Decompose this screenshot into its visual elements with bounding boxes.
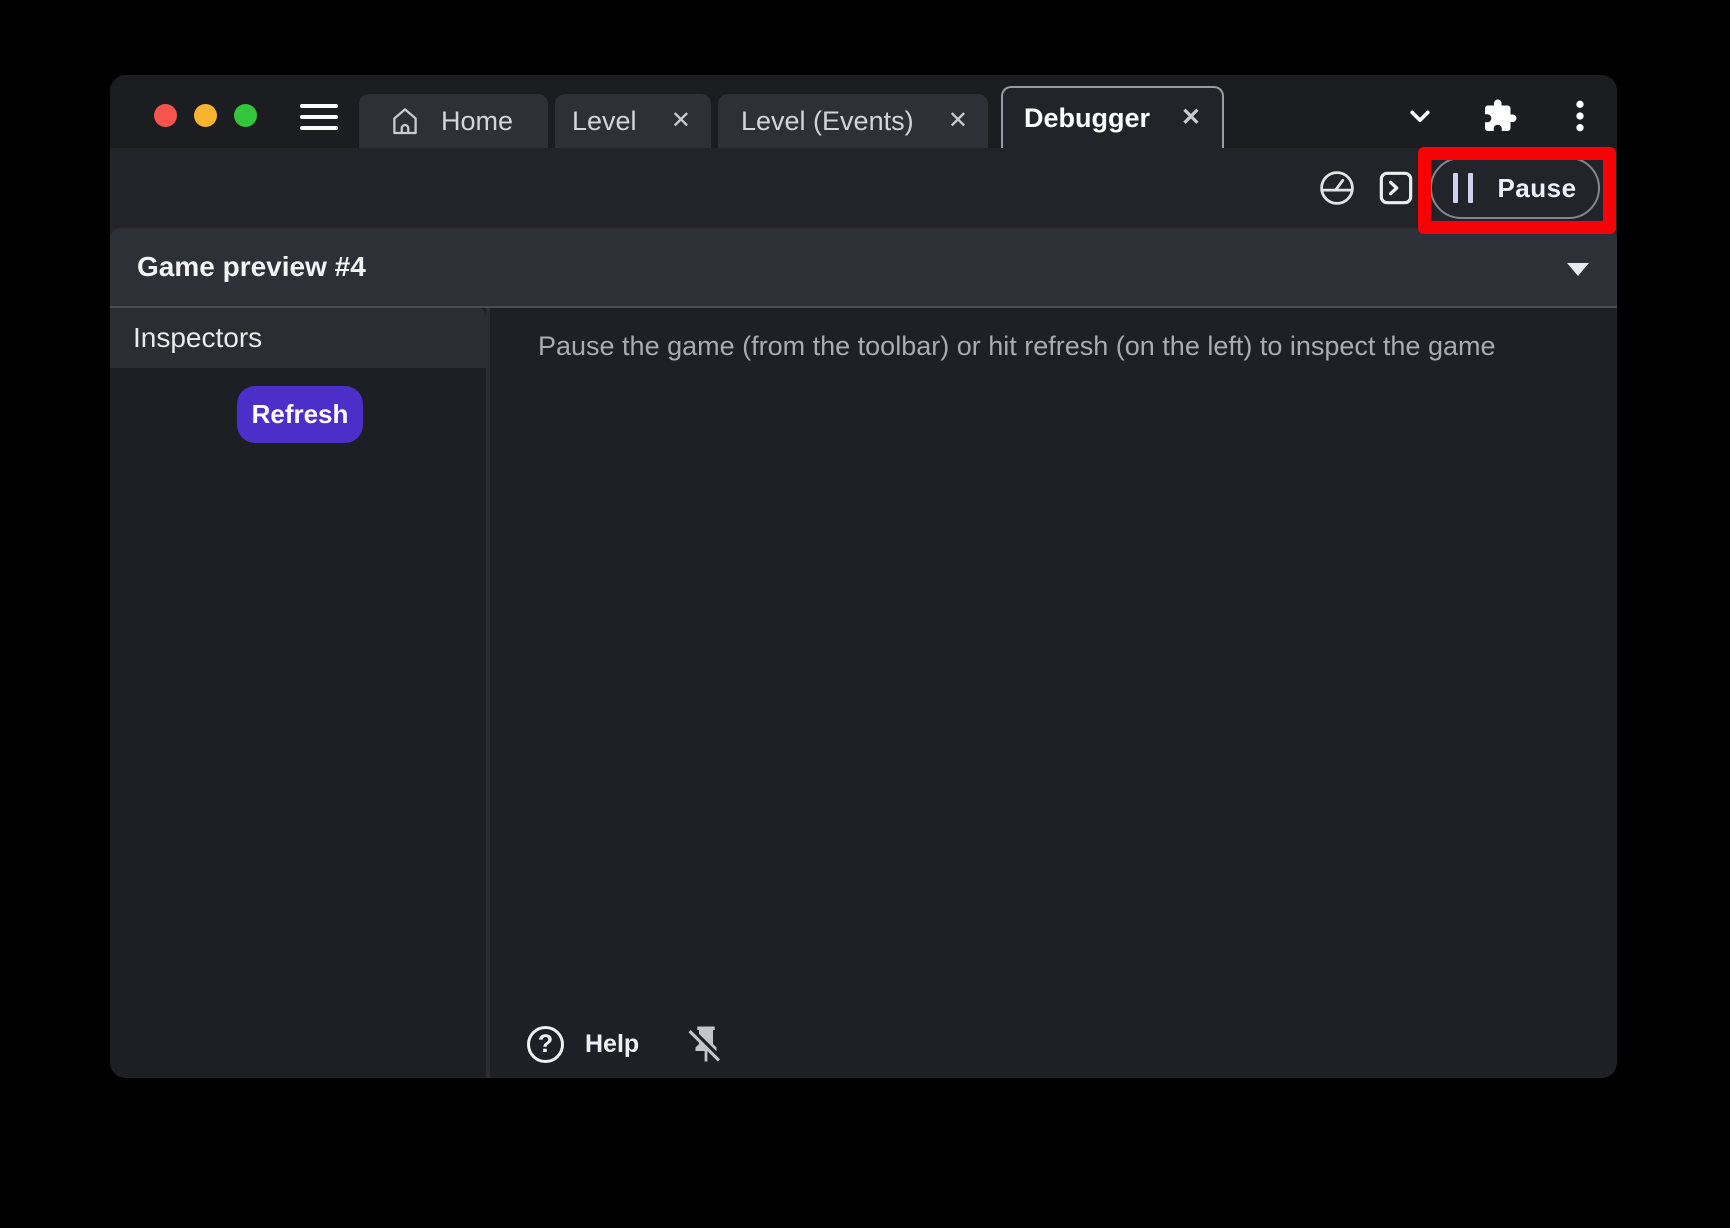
puzzle-piece-icon[interactable] xyxy=(1480,96,1520,136)
debugger-content: Inspectors Refresh Pause the game (from … xyxy=(110,308,1617,1078)
empty-state-message: Pause the game (from the toolbar) or hit… xyxy=(490,308,1617,364)
inspectors-header: Inspectors xyxy=(110,308,486,368)
pin-off-icon[interactable] xyxy=(685,1023,727,1065)
help-label: Help xyxy=(585,1030,639,1059)
game-preview-header[interactable]: Game preview #4 xyxy=(110,228,1617,308)
tab-label: Home xyxy=(441,106,513,137)
tab-home[interactable]: Home xyxy=(359,94,548,148)
tab-debugger[interactable]: Debugger ✕ xyxy=(1001,86,1224,148)
inspector-main-panel: Pause the game (from the toolbar) or hit… xyxy=(490,308,1617,1078)
zoom-window-button[interactable] xyxy=(234,104,257,127)
home-icon xyxy=(388,104,422,138)
kebab-menu-icon[interactable] xyxy=(1560,96,1600,136)
pause-icon xyxy=(1453,173,1473,203)
debugger-window: Home Level ✕ Level (Events) ✕ Debugger ✕ xyxy=(110,75,1617,1078)
close-tab-icon[interactable]: ✕ xyxy=(671,109,691,133)
profiler-gauge-icon[interactable] xyxy=(1316,167,1358,209)
traffic-lights xyxy=(154,104,257,127)
tab-label: Debugger xyxy=(1024,103,1150,134)
help-circle-icon: ? xyxy=(527,1026,564,1063)
inspectors-sidebar: Inspectors Refresh xyxy=(110,308,486,1078)
hamburger-menu-icon[interactable] xyxy=(300,104,338,130)
game-preview-title: Game preview #4 xyxy=(110,251,366,283)
caret-down-icon[interactable] xyxy=(1567,263,1589,276)
chevron-down-icon[interactable] xyxy=(1400,96,1440,136)
refresh-button[interactable]: Refresh xyxy=(237,386,363,443)
pause-button[interactable]: Pause xyxy=(1430,157,1600,219)
minimize-window-button[interactable] xyxy=(194,104,217,127)
tab-level[interactable]: Level ✕ xyxy=(555,94,711,148)
tab-label: Level xyxy=(572,106,637,137)
tab-bar: Home Level ✕ Level (Events) ✕ Debugger ✕ xyxy=(110,75,1617,148)
help-button[interactable]: ? Help xyxy=(527,1026,639,1063)
pause-button-label: Pause xyxy=(1497,173,1576,204)
tab-strip: Home Level ✕ Level (Events) ✕ Debugger ✕ xyxy=(359,86,1224,148)
debugger-toolbar: Pause xyxy=(110,148,1617,228)
tab-level-events[interactable]: Level (Events) ✕ xyxy=(718,94,988,148)
tab-label: Level (Events) xyxy=(741,106,914,137)
help-bar: ? Help xyxy=(527,1023,727,1065)
close-tab-icon[interactable]: ✕ xyxy=(1181,106,1201,130)
console-icon[interactable] xyxy=(1376,168,1416,208)
close-window-button[interactable] xyxy=(154,104,177,127)
close-tab-icon[interactable]: ✕ xyxy=(948,109,968,133)
